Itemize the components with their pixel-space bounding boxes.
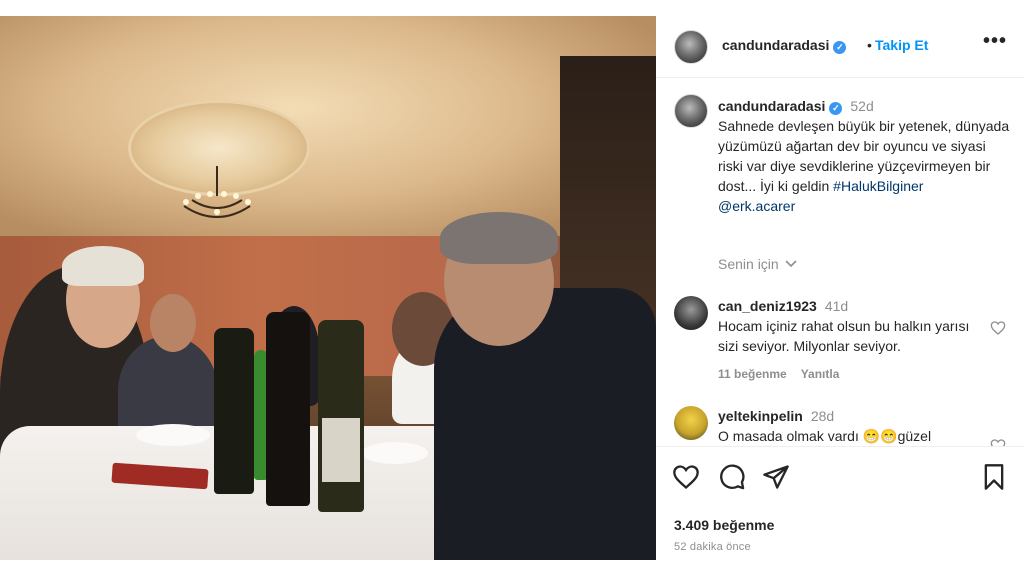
bottle-label	[322, 418, 360, 482]
oil-bottle	[214, 328, 254, 494]
vinegar-bottle	[318, 320, 364, 512]
caption-avatar[interactable]	[674, 94, 708, 128]
comment-body: yeltekinpelin 28d O masada olmak vardı 😁😁…	[718, 406, 988, 446]
like-count[interactable]: 3.409 beğenme	[674, 517, 774, 533]
plate	[136, 424, 210, 446]
comment-username[interactable]: yeltekinpelin	[718, 408, 803, 424]
heart-icon[interactable]	[990, 320, 1006, 336]
comment: yeltekinpelin 28d O masada olmak vardı 😁😁…	[656, 406, 1024, 450]
chandelier	[183, 166, 251, 218]
comment-meta: 11 beğenme Yanıtla	[718, 364, 988, 384]
pepper-mill	[266, 312, 310, 506]
bookmark-icon[interactable]	[980, 463, 1008, 491]
caption-username[interactable]: candundaradasi	[718, 98, 825, 114]
more-icon[interactable]: •••	[982, 30, 1008, 56]
translate-label: Senin için	[718, 256, 779, 272]
caption-body: candundaradasi ✓ 52d Sahnede devleşen büyü…	[718, 96, 1010, 216]
comment-time[interactable]: 28d	[811, 408, 834, 424]
person-2-face	[150, 294, 196, 352]
person-left-hair	[62, 246, 144, 286]
reply-button[interactable]: Yanıtla	[801, 367, 840, 381]
comment-likes[interactable]: 11 beğenme	[718, 367, 787, 381]
caption-hashtag[interactable]: #HalukBilginer	[833, 178, 923, 194]
translate-toggle[interactable]: Senin için	[718, 256, 797, 272]
username-text[interactable]: candundaradasi	[722, 37, 829, 53]
caption-mention[interactable]: @erk.acarer	[718, 198, 795, 214]
action-bar: 3.409 beğenme 52 dakika önce	[656, 446, 1024, 560]
chevron-down-icon	[785, 260, 797, 268]
comment-avatar[interactable]	[674, 406, 708, 440]
comment-avatar[interactable]	[674, 296, 708, 330]
person-right-hair	[440, 212, 558, 264]
verified-badge-icon: ✓	[829, 102, 843, 115]
follow-button[interactable]: Takip Et	[875, 37, 928, 53]
comment-text: Hocam içiniz rahat olsun bu halkın yarıs…	[718, 318, 970, 354]
heart-icon[interactable]	[672, 463, 700, 491]
caption-time[interactable]: 52d	[850, 98, 873, 114]
share-icon[interactable]	[762, 463, 790, 491]
comment-username[interactable]: can_deniz1923	[718, 298, 817, 314]
post-side-panel: candundaradasi ✓ • Takip Et ••• candundar…	[656, 16, 1024, 560]
comment-text: O masada olmak vardı 😁😁güzel	[718, 428, 932, 444]
plate	[362, 442, 428, 464]
separator-dot: •	[867, 37, 872, 53]
ceiling	[0, 16, 656, 246]
comment-time[interactable]: 41d	[825, 298, 848, 314]
post-photo[interactable]	[0, 16, 656, 560]
avatar[interactable]	[674, 30, 708, 64]
verified-badge-icon: ✓	[833, 41, 847, 54]
post-time[interactable]: 52 dakika önce	[674, 541, 751, 553]
comment-icon[interactable]	[718, 463, 746, 491]
comment-body: can_deniz1923 41d Hocam içiniz rahat olsu…	[718, 296, 988, 384]
header-username[interactable]: candundaradasi ✓	[722, 37, 847, 54]
post-header: candundaradasi ✓ • Takip Et •••	[656, 16, 1024, 78]
